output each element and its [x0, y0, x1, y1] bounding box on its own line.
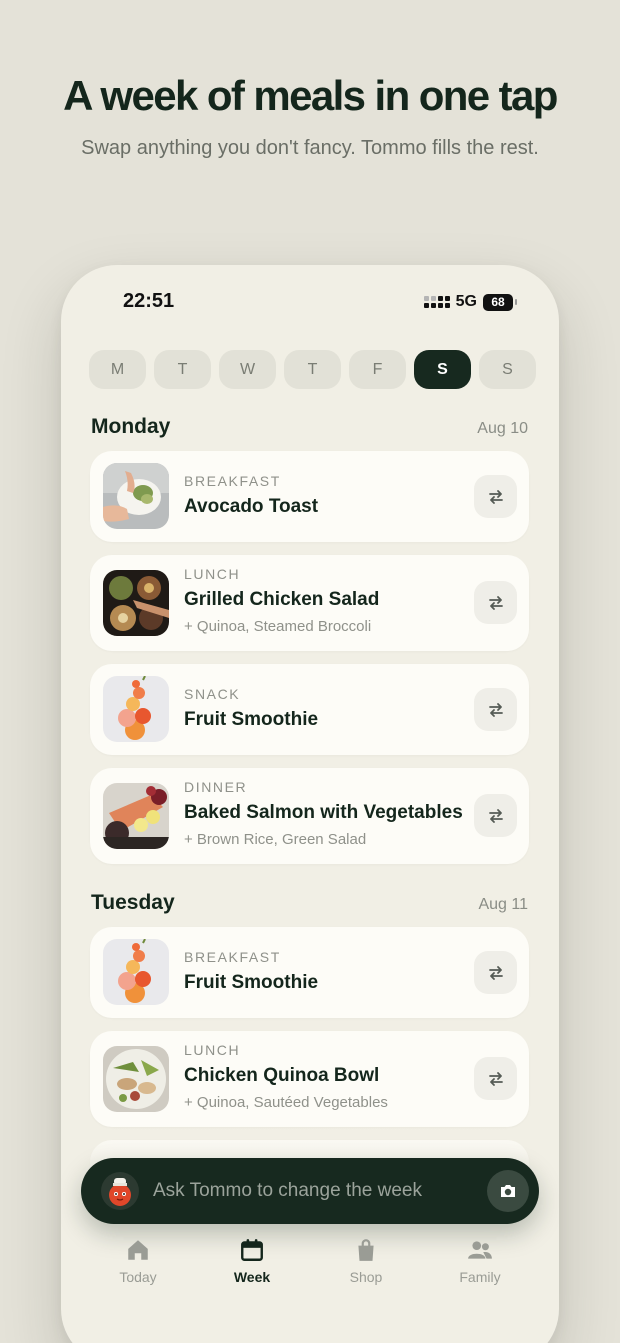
status-indicators: 5G 68 — [423, 292, 517, 312]
meal-name: Fruit Smoothie — [184, 709, 319, 730]
day-pill-wednesday[interactable]: W — [219, 350, 276, 389]
day-date: Aug 11 — [478, 896, 528, 913]
tommo-mascot-icon — [101, 1172, 139, 1210]
meal-card[interactable]: LUNCH Grilled Chicken Salad + Quinoa, St… — [90, 555, 529, 651]
week-day-selector: M T W T F S S — [89, 350, 536, 389]
day-pill-thursday[interactable]: T — [284, 350, 341, 389]
tab-label: Shop — [349, 1269, 383, 1285]
shopping-bag-icon — [358, 1239, 374, 1261]
camera-icon — [501, 1185, 515, 1197]
swap-meal-button[interactable] — [474, 581, 517, 624]
swap-meal-button[interactable] — [474, 475, 517, 518]
tab-today[interactable]: Today — [93, 1237, 183, 1285]
chicken-salad-photo — [103, 570, 169, 636]
meal-type-label: DINNER — [184, 779, 248, 795]
salmon-photo — [103, 783, 169, 849]
quinoa-bowl-photo — [103, 1046, 169, 1112]
swap-meal-button[interactable] — [474, 794, 517, 837]
home-icon — [128, 1240, 148, 1260]
signal-icon — [423, 296, 450, 308]
swap-meal-button[interactable] — [474, 688, 517, 731]
day-section-header: Monday Aug 10 — [91, 415, 528, 439]
fruit-stack-photo — [103, 939, 169, 1005]
meal-type-label: BREAKFAST — [184, 473, 281, 489]
day-pill-saturday[interactable]: S — [414, 350, 471, 389]
bottom-tab-bar: Today Week Shop Family — [61, 1237, 559, 1297]
tab-label: Today — [119, 1269, 157, 1285]
meal-name: Baked Salmon with Vegetables — [184, 802, 463, 823]
meal-type-label: LUNCH — [184, 566, 241, 582]
network-label: 5G — [455, 293, 477, 310]
day-title: Tuesday — [91, 891, 175, 914]
meal-card[interactable]: BREAKFAST Avocado Toast — [90, 451, 529, 542]
tab-week[interactable]: Week — [207, 1237, 297, 1285]
meal-card[interactable]: LUNCH Chicken Quinoa Bowl + Quinoa, Saut… — [90, 1031, 529, 1127]
meal-name: Chicken Quinoa Bowl — [184, 1065, 380, 1086]
meal-name: Grilled Chicken Salad — [184, 589, 380, 610]
meal-card[interactable]: DINNER Baked Salmon with Vegetables + Br… — [90, 768, 529, 864]
tab-shop[interactable]: Shop — [321, 1237, 411, 1285]
battery-icon: 68 — [483, 293, 513, 311]
meal-name: Avocado Toast — [184, 496, 319, 517]
day-pill-tuesday[interactable]: T — [154, 350, 211, 389]
tab-family[interactable]: Family — [435, 1237, 525, 1285]
tab-label: Week — [233, 1269, 271, 1285]
battery-tip — [515, 299, 517, 305]
meal-card[interactable]: SNACK Fruit Smoothie — [90, 664, 529, 755]
people-icon — [468, 1241, 492, 1259]
fruit-stack-photo — [103, 676, 169, 742]
swap-meal-button[interactable] — [474, 1057, 517, 1100]
status-time: 22:51 — [123, 290, 175, 312]
meal-sides: + Brown Rice, Green Salad — [184, 831, 367, 848]
day-pill-monday[interactable]: M — [89, 350, 146, 389]
day-pill-friday[interactable]: F — [349, 350, 406, 389]
swap-arrows-icon — [488, 489, 503, 504]
phone-frame: 22:51 5G 68 M T W T F S S Monday Aug 10 … — [61, 265, 559, 1343]
meal-type-label: SNACK — [184, 686, 241, 702]
page-subheadline: Swap anything you don't fancy. Tommo fil… — [81, 137, 539, 159]
meal-type-label: BREAKFAST — [184, 949, 281, 965]
day-section-header: Tuesday Aug 11 — [91, 891, 528, 915]
page-headline: A week of meals in one tap — [63, 72, 558, 119]
ask-tommo-bar[interactable]: Ask Tommo to change the week — [81, 1158, 539, 1224]
day-title: Monday — [91, 415, 171, 438]
meal-sides: + Quinoa, Steamed Broccoli — [184, 618, 372, 635]
swap-arrows-icon — [488, 808, 503, 823]
ask-tommo-input[interactable]: Ask Tommo to change the week — [153, 1180, 422, 1202]
meal-sides: + Quinoa, Sautéed Vegetables — [184, 1094, 388, 1111]
swap-arrows-icon — [488, 702, 503, 717]
day-date: Aug 10 — [477, 420, 528, 437]
swap-meal-button[interactable] — [474, 951, 517, 994]
day-pill-sunday[interactable]: S — [479, 350, 536, 389]
swap-arrows-icon — [488, 965, 503, 980]
meal-name: Fruit Smoothie — [184, 972, 319, 993]
meal-card[interactable]: BREAKFAST Fruit Smoothie — [90, 927, 529, 1018]
calendar-icon — [241, 1239, 263, 1261]
meal-type-label: LUNCH — [184, 1042, 241, 1058]
tab-label: Family — [459, 1269, 501, 1285]
swap-arrows-icon — [488, 1071, 503, 1086]
avocado-toast-photo — [103, 463, 169, 529]
camera-button[interactable] — [487, 1170, 529, 1212]
swap-arrows-icon — [488, 595, 503, 610]
